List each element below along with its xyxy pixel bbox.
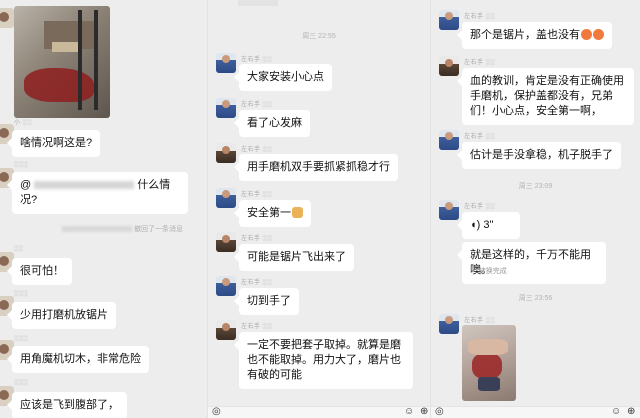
avatar[interactable]: [216, 232, 236, 252]
sender-name: 左右手 ░░: [241, 192, 273, 198]
avatar[interactable]: [216, 188, 236, 208]
message-bubble[interactable]: 一定不要把套子取掉。就算是磨也不能取掉。用力大了，磨片也有破的可能: [234, 332, 413, 389]
angry-emoji-icon: [581, 29, 592, 40]
message-bubble[interactable]: 看了心发麻: [234, 110, 310, 137]
message-text: 一定不要把套子取掉。就算是磨也不能取掉。用力大了，磨片也有破的可能: [247, 339, 401, 381]
avatar[interactable]: [216, 320, 236, 340]
sender-name: 左右手 ░░: [241, 280, 273, 286]
voice-icon[interactable]: ◎: [435, 407, 444, 417]
avatar[interactable]: [0, 8, 14, 28]
message-text: 切到手了: [247, 295, 291, 307]
sender-name: 左右手 ░░: [464, 204, 496, 210]
voice-message[interactable]: ◖) 3": [457, 212, 520, 239]
cake-emoji-icon: [292, 207, 303, 218]
message-bubble[interactable]: 用角魔机切木，非常危险: [7, 346, 149, 373]
avatar[interactable]: [439, 10, 459, 30]
avatar[interactable]: [216, 276, 236, 296]
message-text: 估计是手没拿稳，机子脱手了: [470, 149, 613, 161]
message-text: 应该是飞到腹部了，: [20, 399, 119, 411]
angry-emoji-icon: [593, 29, 604, 40]
injury-photo[interactable]: [462, 325, 516, 401]
message-bubble[interactable]: 安全第一: [234, 200, 311, 227]
message-bubble[interactable]: @ 什么情况?: [7, 172, 188, 214]
avatar[interactable]: [216, 143, 236, 163]
avatar[interactable]: [439, 314, 459, 334]
input-bar[interactable]: [431, 406, 640, 418]
message-text: 看了心发麻: [247, 117, 302, 129]
chat-panel-middle[interactable]: 周三 22:55 左右手 ░░ 大家安装小心点 左右手 ░░ 看了心发麻 左右手…: [207, 0, 430, 418]
message-text: 很可怕！: [20, 265, 64, 277]
message-bubble[interactable]: 啥情况啊这是?: [6, 130, 101, 157]
shared-photo[interactable]: [14, 6, 110, 118]
header-fragment: [238, 0, 278, 6]
sender-name: 左右手 ░░: [464, 318, 496, 324]
voice-wave-icon: ◖): [470, 219, 481, 231]
message-text: 可能是锯片飞出来了: [247, 251, 346, 263]
avatar[interactable]: [439, 200, 459, 220]
sender-name: 左右手 ░░: [241, 102, 273, 108]
message-text: 那个是锯片，盖也没有: [470, 29, 580, 41]
sender-name: ░░░: [14, 380, 29, 386]
message-bubble[interactable]: 就是这样的，千万不能用噢。: [457, 242, 606, 284]
message-text: 用角魔机切木，非常危险: [20, 353, 141, 365]
chat-panel-right[interactable]: 左右手 ░░ 那个是锯片，盖也没有 左右手 ░░ 血的教训，肯定是没有正确使用手…: [430, 0, 640, 418]
sender-name: ░░░: [14, 336, 29, 342]
chat-panel-left[interactable]: 小 ░░ 啥情况啊这是? ░░░ @ 什么情况? 撤回了一条消息 ░░ 很可怕！…: [0, 0, 207, 418]
plus-icon[interactable]: ⊕: [420, 407, 428, 417]
transcription-status: ✓ 转换完成: [471, 268, 507, 275]
sender-name: 左右手 ░░: [464, 14, 496, 20]
sender-name: 左右手 ░░: [464, 134, 496, 140]
timestamp: 周三 22:55: [302, 33, 336, 40]
message-bubble[interactable]: 很可怕！: [7, 258, 72, 285]
message-bubble[interactable]: 大家安装小心点: [234, 64, 332, 91]
smile-icon[interactable]: ☺: [404, 407, 414, 417]
message-text: 血的教训，肯定是没有正确使用手磨机，保护盖都没有，兄弟们！小心点，安全第一啊，: [470, 75, 624, 117]
sender-name: 左右手 ░░: [241, 324, 273, 330]
avatar[interactable]: [439, 56, 459, 76]
message-bubble[interactable]: 用手磨机双手要抓紧抓稳才行: [234, 154, 398, 181]
redacted-mention: [34, 181, 135, 190]
sender-name: ░░: [14, 246, 24, 252]
smile-icon[interactable]: ☺: [611, 407, 621, 417]
avatar[interactable]: [216, 98, 236, 118]
sender-name: ░░░: [14, 162, 29, 168]
message-text: 大家安装小心点: [247, 71, 324, 83]
message-bubble[interactable]: 血的教训，肯定是没有正确使用手磨机，保护盖都没有，兄弟们！小心点，安全第一啊，: [457, 68, 634, 125]
message-text: 啥情况啊这是?: [20, 137, 93, 149]
recall-notice: 撤回了一条消息: [0, 224, 207, 234]
sender-name: 左右手 ░░: [241, 57, 273, 63]
avatar[interactable]: [216, 53, 236, 73]
sender-name: 左右手 ░░: [241, 147, 273, 153]
sender-name: 左右手 ░░: [241, 236, 273, 242]
sender-name: ░░░: [14, 291, 29, 297]
voice-duration: 3": [483, 219, 494, 231]
message-bubble[interactable]: 少用打磨机放锯片: [7, 302, 116, 329]
message-bubble[interactable]: 那个是锯片，盖也没有: [457, 22, 612, 49]
input-bar[interactable]: [208, 406, 430, 418]
voice-icon[interactable]: ◎: [212, 407, 221, 417]
mention-symbol: @: [20, 179, 32, 191]
sender-name: 小 ░░: [14, 120, 33, 126]
message-bubble[interactable]: 可能是锯片飞出来了: [234, 244, 354, 271]
message-bubble[interactable]: 切到手了: [234, 288, 299, 315]
message-text: 少用打磨机放锯片: [20, 309, 108, 321]
timestamp: 周三 23:56: [518, 295, 553, 302]
message-text: 用手磨机双手要抓紧抓稳才行: [247, 161, 390, 173]
avatar[interactable]: [439, 130, 459, 150]
timestamp: 周三 23:09: [518, 183, 553, 190]
plus-icon[interactable]: ⊕: [627, 407, 635, 417]
message-text: 安全第一: [247, 207, 291, 219]
sender-name: 左右手 ░░: [464, 60, 496, 66]
message-bubble[interactable]: 应该是飞到腹部了，: [7, 392, 127, 418]
message-bubble[interactable]: 估计是手没拿稳，机子脱手了: [457, 142, 621, 169]
